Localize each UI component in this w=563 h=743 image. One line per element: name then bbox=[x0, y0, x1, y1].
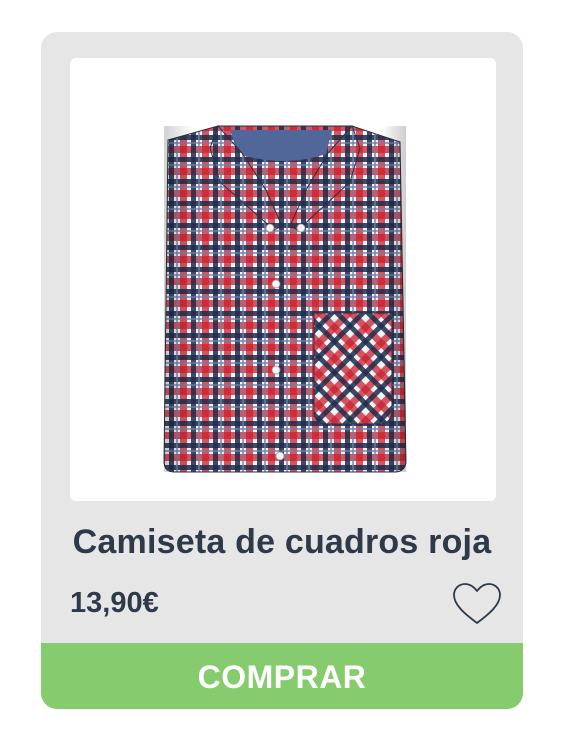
buy-button[interactable]: COMPRAR bbox=[41, 643, 523, 709]
product-card: Camiseta de cuadros roja 13,90€ COMPRAR bbox=[41, 32, 523, 709]
product-image-frame[interactable] bbox=[70, 58, 496, 501]
product-image bbox=[163, 125, 407, 473]
product-price: 13,90€ bbox=[70, 587, 159, 619]
favorite-button[interactable] bbox=[451, 581, 503, 627]
product-title: Camiseta de cuadros roja bbox=[72, 523, 492, 561]
heart-outline-icon bbox=[453, 583, 501, 624]
